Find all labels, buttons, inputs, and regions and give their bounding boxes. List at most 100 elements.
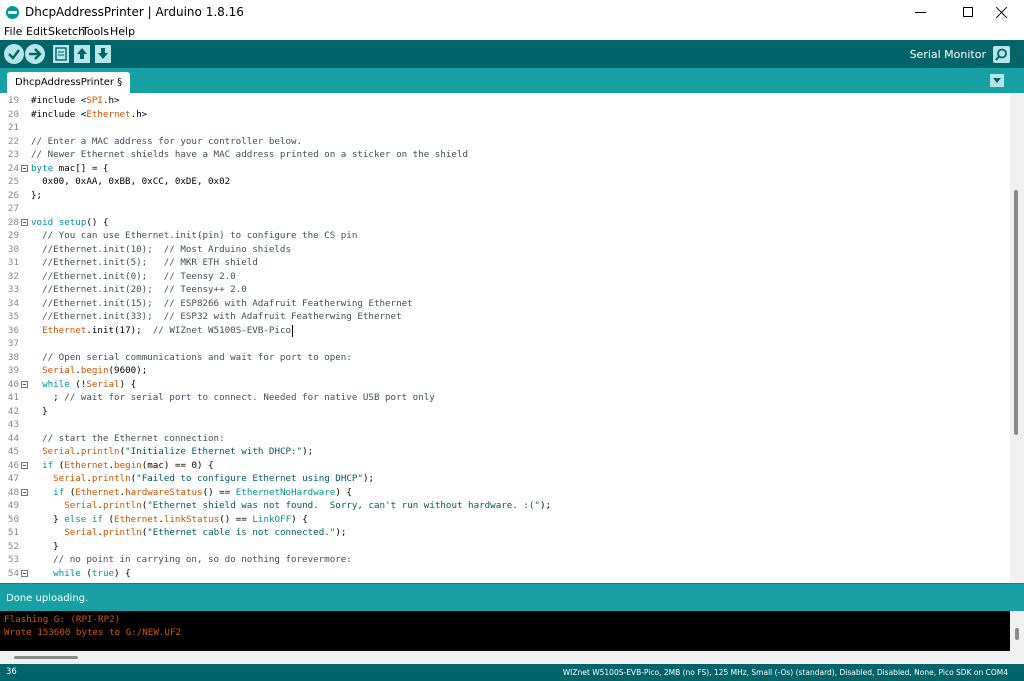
- code-token: Ethernet: [114, 513, 159, 525]
- code-token: };: [31, 189, 43, 201]
- console-horizontal-scrollbar[interactable]: [0, 651, 1024, 664]
- code-token: Serial: [53, 473, 87, 484]
- fold-toggle-icon[interactable]: [21, 569, 28, 577]
- menu-file[interactable]: File: [4, 25, 22, 38]
- console-scrollbar-thumb[interactable]: [1015, 628, 1019, 640]
- tab-dhcpaddressprinter[interactable]: DhcpAddressPrinter §: [7, 72, 131, 93]
- editor-scrollbar-thumb[interactable]: [1014, 190, 1018, 435]
- code-line[interactable]: 44 // start the Ethernet connection:: [0, 432, 1010, 446]
- code-token: () {: [86, 216, 109, 228]
- line-number: 42: [7, 405, 19, 417]
- code-token: //Ethernet.init(33); // ESP32 with Adafr…: [31, 311, 402, 322]
- line-number: 40: [7, 378, 19, 390]
- code-line[interactable]: 19 #include <SPI.h>: [0, 94, 1010, 108]
- code-line[interactable]: 23 // Newer Ethernet shields have a MAC a…: [0, 148, 1010, 162]
- code-token: void: [31, 216, 54, 228]
- code-line[interactable]: 29 // You can use Ethernet.init(pin) to …: [0, 229, 1010, 243]
- code-line[interactable]: 39 Serial.begin(9600);: [0, 364, 1010, 378]
- code-line[interactable]: 40 while (!Serial) {: [0, 378, 1010, 392]
- menu-edit[interactable]: Edit: [26, 25, 47, 38]
- close-button[interactable]: [978, 0, 1024, 24]
- code-line[interactable]: 37: [0, 337, 1010, 351]
- code-line[interactable]: 35 //Ethernet.init(33); // ESP32 with Ad…: [0, 310, 1010, 324]
- code-line[interactable]: 46 if (Ethernet.begin(mac) == 0) {: [0, 459, 1010, 473]
- code-line[interactable]: 22 // Enter a MAC address for your contro…: [0, 135, 1010, 149]
- menu-tools[interactable]: Tools: [82, 25, 109, 38]
- code-line[interactable]: 52 }: [0, 540, 1010, 554]
- code-token: Serial: [64, 500, 98, 511]
- code-line[interactable]: 32 //Ethernet.init(0); // Teensy 2.0: [0, 270, 1010, 284]
- save-button[interactable]: [95, 45, 111, 63]
- code-text: Serial.println("Ethernet shield was not …: [31, 499, 551, 513]
- code-text: Serial.println("Failed to configure Ethe…: [31, 472, 374, 486]
- code-line[interactable]: 38 // Open serial communications and wai…: [0, 351, 1010, 365]
- code-line[interactable]: 42 }: [0, 405, 1010, 419]
- code-token: (: [53, 459, 65, 471]
- line-number: 43: [7, 419, 19, 430]
- code-line[interactable]: 51 Serial.println("Ethernet cable is not…: [0, 526, 1010, 540]
- code-line[interactable]: 21: [0, 121, 1010, 135]
- code-token: println: [80, 446, 120, 457]
- code-line[interactable]: 48 if (Ethernet.hardwareStatus() == Ethe…: [0, 486, 1010, 500]
- code-editor[interactable]: 19 #include <SPI.h> 20 #include <Ethernet.h…: [0, 93, 1010, 583]
- code-token: begin: [114, 459, 142, 471]
- menu-help[interactable]: Help: [110, 25, 135, 38]
- code-token: }: [31, 405, 48, 417]
- line-number: 35: [7, 311, 19, 322]
- verify-button[interactable]: [4, 44, 24, 64]
- line-number: 54: [7, 567, 19, 579]
- code-token: true: [91, 567, 115, 579]
- code-token: () ==: [219, 513, 253, 525]
- serial-monitor-label[interactable]: Serial Monitor: [910, 48, 986, 61]
- code-line[interactable]: 34 //Ethernet.init(15); // ESP8266 with …: [0, 297, 1010, 311]
- serial-monitor-button[interactable]: [993, 46, 1010, 63]
- open-button[interactable]: [74, 45, 90, 63]
- code-line[interactable]: 26};: [0, 189, 1010, 203]
- code-line[interactable]: 45 Serial.println("Initialize Ethernet w…: [0, 445, 1010, 459]
- code-line[interactable]: 43: [0, 418, 1010, 432]
- code-line[interactable]: 33 //Ethernet.init(20); // Teensy++ 2.0: [0, 283, 1010, 297]
- code-line[interactable]: 31 //Ethernet.init(5); // MKR ETH shield: [0, 256, 1010, 270]
- code-line[interactable]: 54 while (true) {: [0, 567, 1010, 581]
- console-horizontal-scrollbar-thumb[interactable]: [14, 656, 78, 659]
- code-text: // You can use Ethernet.init(pin) to con…: [31, 229, 357, 243]
- tab-menu-button[interactable]: [990, 74, 1004, 87]
- fold-toggle-icon[interactable]: [21, 461, 28, 469]
- fold-toggle-icon[interactable]: [21, 218, 28, 226]
- code-token: begin: [80, 365, 109, 376]
- code-line[interactable]: 53 // no point in carrying on, so do not…: [0, 553, 1010, 567]
- fold-toggle-icon[interactable]: [21, 488, 28, 496]
- code-line[interactable]: 36 Ethernet.init(17); // WIZnet W5100S-E…: [0, 324, 1010, 338]
- code-line[interactable]: 24 byte mac[] = {: [0, 162, 1010, 176]
- code-line[interactable]: 47 Serial.println("Failed to configure E…: [0, 472, 1010, 486]
- code-line[interactable]: 41 ; // wait for serial port to connect.…: [0, 391, 1010, 405]
- fold-toggle-icon[interactable]: [21, 164, 28, 172]
- code-text: byte mac[] = {: [31, 162, 108, 176]
- fold-toggle-icon[interactable]: [21, 380, 28, 388]
- current-line-number: 36: [6, 667, 17, 677]
- code-line[interactable]: 25 0x00, 0xAA, 0xBB, 0xCC, 0xDE, 0x02: [0, 175, 1010, 189]
- code-line[interactable]: 50 } else if (Ethernet.linkStatus() == L…: [0, 513, 1010, 527]
- line-number: 22: [7, 135, 19, 147]
- code-token: );: [302, 446, 314, 457]
- code-token: // You can use Ethernet.init(pin) to con…: [31, 230, 358, 241]
- menu-sketch[interactable]: Sketch: [48, 25, 85, 38]
- code-line[interactable]: 28 void setup() {: [0, 216, 1010, 230]
- new-button[interactable]: [53, 45, 69, 63]
- code-token: println: [102, 500, 142, 511]
- upload-button[interactable]: [25, 44, 45, 64]
- upload-icon: [29, 48, 42, 60]
- code-token: else: [64, 513, 87, 525]
- code-line[interactable]: 49 Serial.println("Ethernet shield was n…: [0, 499, 1010, 513]
- code-token: linkStatus: [163, 513, 220, 525]
- code-line[interactable]: 30 //Ethernet.init(10); // Most Arduino …: [0, 243, 1010, 257]
- code-text: if (Ethernet.begin(mac) == 0) {: [31, 459, 214, 473]
- minimize-button[interactable]: [898, 0, 944, 24]
- code-line[interactable]: 27: [0, 202, 1010, 216]
- code-line[interactable]: 20 #include <Ethernet.h>: [0, 108, 1010, 122]
- output-console[interactable]: Flashing G: (RPI-RP2) Wrote 153600 bytes…: [0, 611, 1010, 651]
- code-token: while: [42, 378, 70, 390]
